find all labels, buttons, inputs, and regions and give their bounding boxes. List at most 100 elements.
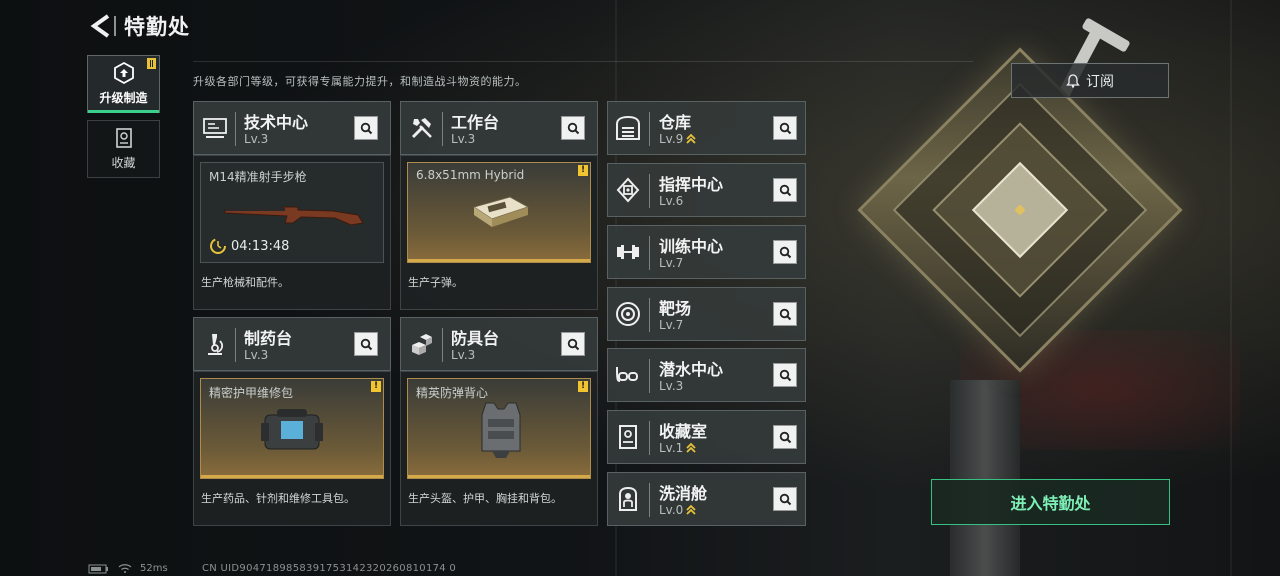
search-icon (779, 122, 791, 134)
wifi-icon (118, 564, 132, 573)
facility-level: Lv.9 (659, 132, 697, 146)
search-button[interactable] (773, 178, 797, 202)
level-text: Lv.0 (659, 503, 684, 517)
level-text: Lv.1 (659, 441, 684, 455)
facility-level: Lv.7 (659, 256, 683, 270)
dept-card-armor-bench[interactable]: 防具台 Lv.3 (400, 317, 598, 371)
search-button[interactable] (354, 332, 378, 356)
search-button[interactable] (773, 425, 797, 449)
dept-card-workbench[interactable]: 工作台 Lv.3 (400, 101, 598, 155)
divider (649, 236, 650, 270)
search-button[interactable] (561, 116, 585, 140)
target-icon (616, 302, 640, 326)
product-description: 生产枪械和配件。 (201, 276, 289, 289)
facility-card-diving-center[interactable]: 潜水中心 Lv.3 (607, 348, 806, 402)
back-arrow-icon[interactable] (88, 13, 112, 39)
pause-badge-icon (147, 58, 156, 69)
tab-upgrade-manufacture[interactable]: 升级制造 (87, 55, 160, 113)
goggles-icon (616, 367, 638, 382)
decon-pod-icon (619, 486, 637, 511)
dept-level: Lv.3 (451, 348, 475, 362)
product-title: 精密护甲维修包 (209, 386, 294, 400)
production-slot-workbench[interactable]: 6.8x51mm Hybrid ! 生产子弹。 (400, 155, 598, 310)
level-text: Lv.3 (244, 132, 269, 146)
facility-name: 仓库 (659, 113, 692, 132)
dept-name: 工作台 (451, 113, 500, 132)
ready-alert-icon: ! (578, 165, 588, 176)
subscribe-label: 订阅 (1086, 73, 1114, 90)
dept-name: 防具台 (451, 329, 500, 348)
facility-level: Lv.1 (659, 441, 697, 455)
search-icon (567, 338, 579, 350)
search-button[interactable] (773, 363, 797, 387)
bg-line (1230, 0, 1232, 576)
search-icon (779, 493, 791, 505)
upgrade-available-icon (686, 442, 696, 453)
facility-name: 指挥中心 (659, 175, 724, 194)
facility-card-command-center[interactable]: 指挥中心 Lv.6 (607, 163, 806, 217)
user-uid: CN UID9047189858391753142320260810174 0 (202, 563, 457, 574)
divider (442, 328, 443, 362)
product-frame: M14精准射手步枪 04:13:48 (200, 162, 384, 263)
enter-special-ops-button[interactable]: 进入特勤处 (931, 479, 1170, 525)
facility-name: 收藏室 (659, 422, 708, 441)
search-icon (779, 369, 791, 381)
production-slot-armor-bench[interactable]: 精英防弹背心 ! 生产头盔、护甲、胸挂和背包。 (400, 371, 598, 526)
upgrade-icon (113, 61, 134, 85)
facility-card-warehouse[interactable]: 仓库 Lv.9 (607, 101, 806, 155)
search-icon (567, 122, 579, 134)
facility-level: Lv.7 (659, 318, 683, 332)
facility-name: 洗消舱 (659, 484, 708, 503)
display-case-icon (619, 425, 637, 449)
ping-readout: 52ms (140, 563, 168, 574)
facility-card-training-center[interactable]: 训练中心 Lv.7 (607, 225, 806, 279)
timer-text: 04:13:48 (231, 238, 290, 254)
search-button[interactable] (561, 332, 585, 356)
search-button[interactable] (773, 116, 797, 140)
production-slot-tech-center[interactable]: M14精准射手步枪 04:13:48 生产枪械和配件。 (193, 155, 391, 310)
product-frame: 精英防弹背心 ! (407, 378, 591, 479)
product-description: 生产药品、针剂和维修工具包。 (201, 492, 355, 505)
facility-card-collection-room[interactable]: 收藏室 Lv.1 (607, 410, 806, 464)
tab-collection[interactable]: 收藏 (87, 120, 160, 178)
facility-card-shooting-range[interactable]: 靶场 Lv.7 (607, 287, 806, 341)
dept-level: Lv.3 (451, 132, 475, 146)
divider (235, 328, 236, 362)
dept-card-pharmacy[interactable]: 制药台 Lv.3 (193, 317, 391, 371)
search-icon (779, 431, 791, 443)
divider (649, 112, 650, 146)
timer-icon (210, 238, 226, 254)
microscope-icon (208, 334, 224, 355)
bell-icon (1066, 73, 1080, 88)
search-button[interactable] (773, 240, 797, 264)
search-icon (779, 308, 791, 320)
facility-level: Lv.3 (659, 379, 683, 393)
battery-icon (88, 564, 108, 574)
level-text: Lv.3 (451, 132, 476, 146)
facility-level: Lv.0 (659, 503, 697, 517)
divider (193, 61, 973, 62)
facility-name: 靶场 (659, 299, 692, 318)
facility-level: Lv.6 (659, 194, 683, 208)
facility-card-decontamination-pod[interactable]: 洗消舱 Lv.0 (607, 472, 806, 526)
tools-icon (411, 118, 432, 139)
divider (649, 421, 650, 455)
dept-card-tech-center[interactable]: 技术中心 Lv.3 (193, 101, 391, 155)
search-button[interactable] (773, 487, 797, 511)
page-description: 升级各部门等级，可获得专属能力提升，和制造战斗物资的能力。 (193, 75, 527, 88)
production-timer: 04:13:48 (209, 237, 289, 255)
elite-vest-image (481, 402, 521, 458)
search-button[interactable] (354, 116, 378, 140)
warehouse-icon (616, 115, 640, 140)
chip-icon (616, 177, 640, 203)
armor-repair-kit-image (261, 409, 323, 450)
upgrade-available-icon (686, 504, 696, 515)
divider (649, 359, 650, 393)
search-icon (779, 184, 791, 196)
ready-alert-icon: ! (578, 381, 588, 392)
product-title: 精英防弹背心 (416, 386, 489, 400)
subscribe-button[interactable]: 订阅 (1011, 63, 1169, 98)
search-button[interactable] (773, 302, 797, 326)
armor-boxes-icon (412, 334, 432, 355)
production-slot-pharmacy[interactable]: 精密护甲维修包 ! 生产药品、针剂和维修工具包。 (193, 371, 391, 526)
